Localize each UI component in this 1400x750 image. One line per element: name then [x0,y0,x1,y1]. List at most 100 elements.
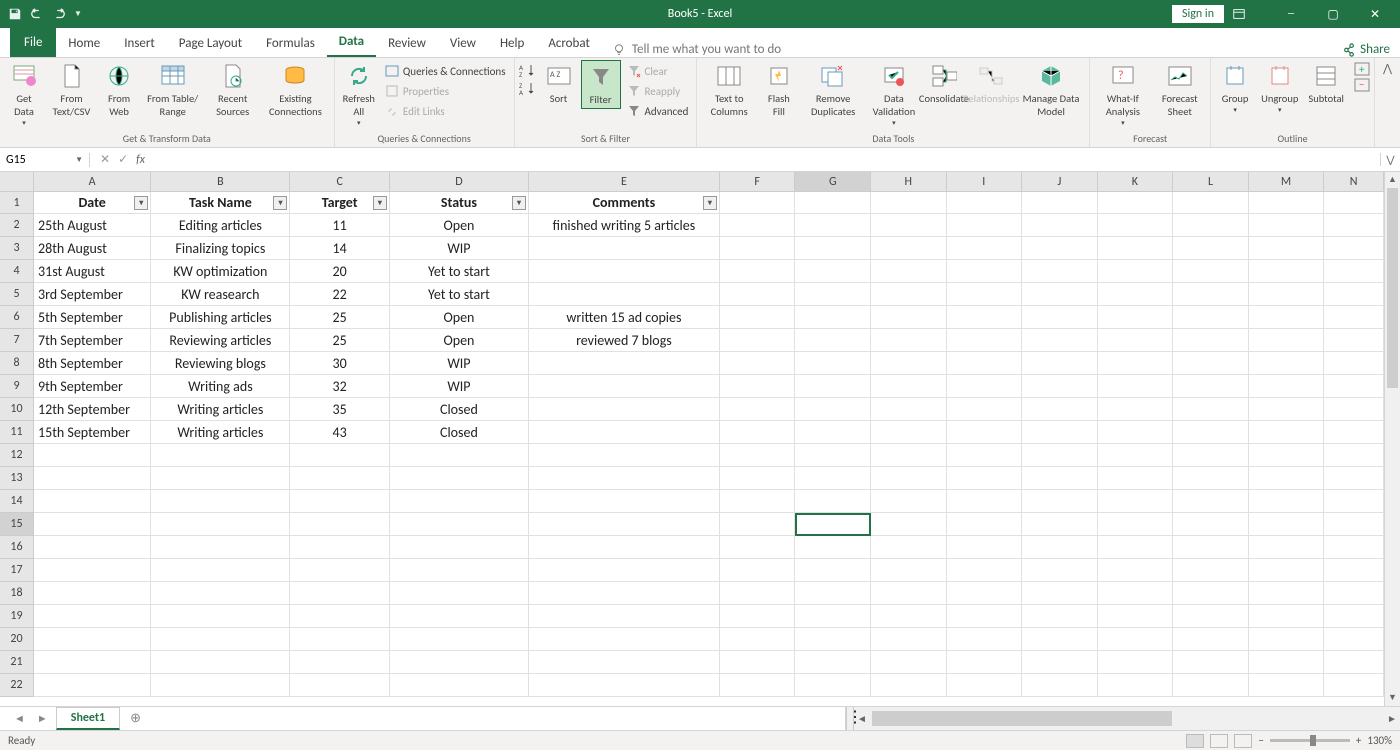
col-header-I[interactable]: I [947,172,1023,191]
cell-G7[interactable] [795,329,871,352]
cell-H21[interactable] [871,651,947,674]
col-header-A[interactable]: A [34,172,151,191]
cell-M18[interactable] [1249,582,1325,605]
tab-split-handle[interactable]: ⋮ [846,707,854,730]
cell-N21[interactable] [1324,651,1384,674]
cell-J16[interactable] [1022,536,1098,559]
cell-L21[interactable] [1173,651,1249,674]
cell-D3[interactable]: WIP [390,237,529,260]
cell-J17[interactable] [1022,559,1098,582]
cell-C19[interactable] [290,605,389,628]
cell-B6[interactable]: Publishing articles [151,306,290,329]
cell-I11[interactable] [947,421,1023,444]
cell-I1[interactable] [947,192,1023,214]
cell-N7[interactable] [1324,329,1384,352]
cell-A7[interactable]: 7th September [34,329,151,352]
cell-N18[interactable] [1324,582,1384,605]
cell-F9[interactable] [720,375,796,398]
cell-H2[interactable] [871,214,947,237]
cell-H6[interactable] [871,306,947,329]
cell-M13[interactable] [1249,467,1325,490]
cell-B22[interactable] [151,674,290,697]
cell-A19[interactable] [34,605,151,628]
cell-B17[interactable] [151,559,290,582]
cell-E10[interactable] [529,398,720,421]
cell-J12[interactable] [1022,444,1098,467]
cell-B13[interactable] [151,467,290,490]
save-icon[interactable] [8,7,22,21]
cell-N3[interactable] [1324,237,1384,260]
cell-H4[interactable] [871,260,947,283]
cell-L6[interactable] [1173,306,1249,329]
zoom-out-icon[interactable]: − [1258,734,1263,747]
select-all-corner[interactable] [0,172,34,192]
scroll-left-icon[interactable]: ◄ [854,707,870,730]
cell-L9[interactable] [1173,375,1249,398]
cell-M21[interactable] [1249,651,1325,674]
cell-F2[interactable] [720,214,796,237]
scroll-up-icon[interactable]: ▲ [1385,172,1400,188]
cell-I20[interactable] [947,628,1023,651]
cell-J6[interactable] [1022,306,1098,329]
cell-E3[interactable] [529,237,720,260]
tab-insert[interactable]: Insert [112,30,167,57]
cell-D11[interactable]: Closed [390,421,529,444]
cell-G12[interactable] [795,444,871,467]
cell-J7[interactable] [1022,329,1098,352]
cell-C12[interactable] [290,444,389,467]
row-header-16[interactable]: 16 [0,536,34,559]
cell-K19[interactable] [1098,605,1174,628]
tab-help[interactable]: Help [488,30,536,57]
filter-dropdown-icon[interactable]: ▾ [273,196,287,210]
cell-D6[interactable]: Open [390,306,529,329]
cell-D4[interactable]: Yet to start [390,260,529,283]
cell-G21[interactable] [795,651,871,674]
normal-view-icon[interactable] [1186,734,1204,748]
cell-N17[interactable] [1324,559,1384,582]
row-header-17[interactable]: 17 [0,559,34,582]
cell-I6[interactable] [947,306,1023,329]
sort-za-button[interactable]: ZA [519,80,537,96]
cell-N15[interactable] [1324,513,1384,536]
clear-filter-button[interactable]: Clear [623,62,693,80]
cell-H3[interactable] [871,237,947,260]
cell-L5[interactable] [1173,283,1249,306]
cell-M17[interactable] [1249,559,1325,582]
undo-icon[interactable] [30,7,44,21]
cell-N4[interactable] [1324,260,1384,283]
subtotal-button[interactable]: Subtotal [1304,60,1348,107]
edit-links-button[interactable]: Edit Links [381,102,510,120]
row-header-6[interactable]: 6 [0,306,34,329]
horizontal-scrollbar[interactable]: ◄ ► [854,707,1400,730]
cell-K13[interactable] [1098,467,1174,490]
cell-G9[interactable] [795,375,871,398]
filter-dropdown-icon[interactable]: ▾ [134,196,148,210]
cell-H7[interactable] [871,329,947,352]
cell-M10[interactable] [1249,398,1325,421]
consolidate-button[interactable]: Consolidate [922,60,965,107]
cell-K14[interactable] [1098,490,1174,513]
cell-N6[interactable] [1324,306,1384,329]
cell-M7[interactable] [1249,329,1325,352]
cell-A1[interactable]: Date▾ [34,192,151,214]
cell-D18[interactable] [390,582,529,605]
cell-G5[interactable] [795,283,871,306]
cell-E19[interactable] [529,605,720,628]
cell-G4[interactable] [795,260,871,283]
cell-G1[interactable] [795,192,871,214]
row-header-14[interactable]: 14 [0,490,34,513]
cell-I2[interactable] [947,214,1023,237]
sheet-nav-prev-icon[interactable]: ◄ [10,712,29,725]
cell-B16[interactable] [151,536,290,559]
cell-K15[interactable] [1098,513,1174,536]
cell-M4[interactable] [1249,260,1325,283]
cell-A15[interactable] [34,513,151,536]
row-header-11[interactable]: 11 [0,421,34,444]
cell-F12[interactable] [720,444,796,467]
cell-J2[interactable] [1022,214,1098,237]
cell-J11[interactable] [1022,421,1098,444]
cell-C20[interactable] [290,628,389,651]
cell-J18[interactable] [1022,582,1098,605]
hide-detail-button[interactable]: − [1354,78,1370,92]
cell-L12[interactable] [1173,444,1249,467]
